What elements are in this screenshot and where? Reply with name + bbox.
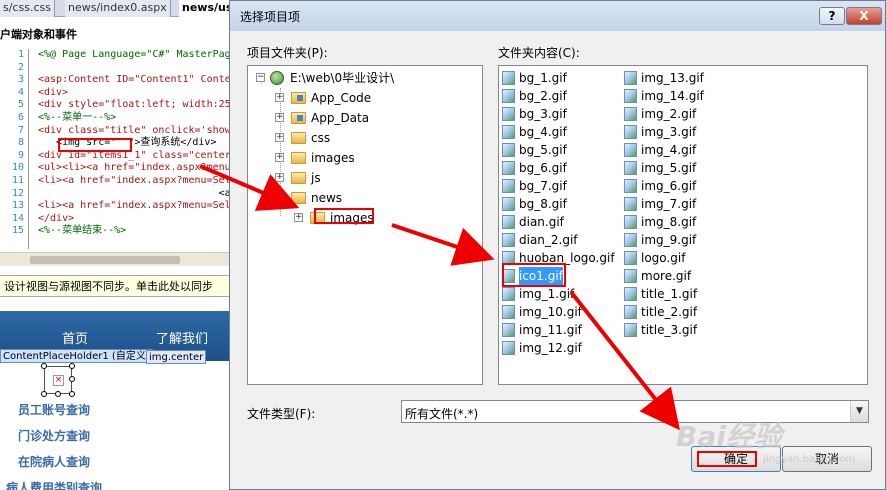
arrow-to-ico1 (391, 223, 495, 266)
baidu-watermark-url: jingyan.baidu.com (763, 454, 856, 465)
arrow-to-ok (569, 290, 680, 431)
baidu-watermark: Bai经验 (676, 420, 782, 453)
arrow-to-images-folder (199, 164, 300, 211)
